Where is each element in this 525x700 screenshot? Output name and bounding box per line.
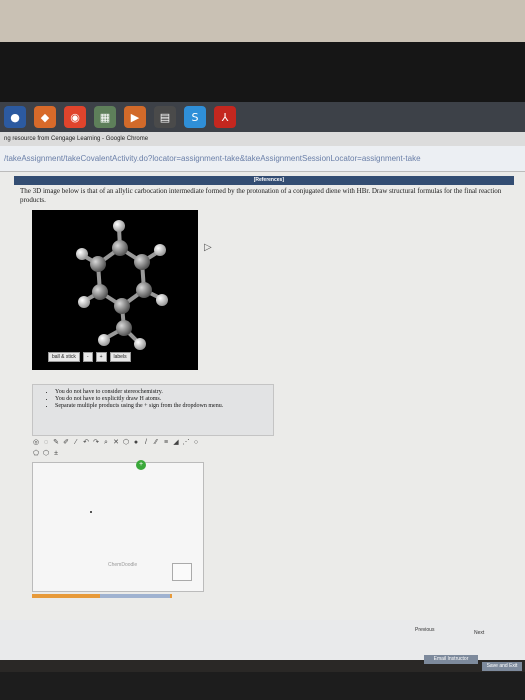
wedge-bond-icon[interactable]: ◢ [172,438,180,447]
redo-icon[interactable]: ↷ [92,438,100,447]
window-title: ng resource from Cengage Learning - Goog… [0,132,525,146]
atom-icon[interactable]: ● [132,438,140,447]
triple-bond-icon[interactable]: ≡ [162,438,170,447]
add-icon[interactable]: + [136,460,146,470]
folder-icon[interactable]: ▤ [154,106,176,128]
instruction-item: You do not have to explicitly draw H ato… [55,396,273,403]
lasso-tool-icon[interactable]: ◌ [42,438,50,447]
dash-bond-icon[interactable]: ⋰ [182,438,190,447]
taskbar: ● ◆ ◉ ▦ ▶ ▤ S ⅄ [0,102,525,132]
molecule-3d-viewer[interactable] [32,210,198,370]
zoom-icon[interactable]: ⌕ [102,438,110,447]
molecule-model [76,220,168,350]
progress-bar-secondary [100,594,170,598]
pencil-icon[interactable]: ✎ [52,438,60,447]
eraser-icon[interactable]: ✐ [62,438,70,447]
play-icon[interactable]: ▶ [124,106,146,128]
references-button[interactable]: [References] [254,177,284,183]
start-icon[interactable]: ● [4,106,26,128]
display-mode-select[interactable]: ball & stick [48,352,80,362]
drawing-toolbar: ◎ ◌ ✎ ✐ ⁄ ↶ ↷ ⌕ ✕ ⬡ ● / ⁄⁄ ≡ ◢ ⋰ ○ ⬠ ⬡ ± [32,438,202,460]
zoom-out-button[interactable]: - [82,352,93,362]
chemdoodle-watermark: ChemDoodle [108,562,138,568]
monitor-bezel [0,42,525,102]
mouse-cursor-icon: ▷ [204,242,212,253]
zoom-in-button[interactable]: + [95,352,107,362]
bond-icon[interactable]: ⁄ [72,438,80,447]
address-bar[interactable]: /takeAssignment/takeCovalentActivity.do?… [0,146,525,172]
ring-3-icon[interactable]: ○ [192,438,200,447]
skype-icon[interactable]: S [184,106,206,128]
instruction-item: You do not have to consider stereochemis… [55,389,273,396]
double-bond-icon[interactable]: ⁄⁄ [152,438,160,447]
undo-icon[interactable]: ↶ [82,438,90,447]
ring-6-icon[interactable]: ⬡ [42,449,50,458]
ring-5-icon[interactable]: ⬠ [32,449,40,458]
acrobat-icon[interactable]: ⅄ [214,106,236,128]
email-instructor-button[interactable]: Email Instructor [424,655,478,664]
clear-icon[interactable]: ✕ [112,438,120,447]
charge-icon[interactable]: ± [52,449,60,458]
labels-toggle[interactable]: labels [109,352,131,362]
save-and-exit-button[interactable]: Save and Exit [482,662,522,671]
app-icon[interactable]: ◆ [34,106,56,128]
previous-button[interactable]: Previous [415,627,434,633]
references-bar: [References] [14,176,514,185]
assignment-page: [References] The 3D image below is that … [0,172,525,620]
chrome-icon[interactable]: ◉ [64,106,86,128]
select-tool-icon[interactable]: ◎ [32,438,40,447]
instructions-box: You do not have to consider stereochemis… [32,384,274,436]
navigation-bar [0,620,525,660]
product-dropdown[interactable] [172,563,192,581]
next-button[interactable]: Next [474,630,484,636]
calendar-icon[interactable]: ▦ [94,106,116,128]
monitor-bottom [0,672,525,700]
ring-icon[interactable]: ⬡ [122,438,130,447]
canvas-dot [90,511,92,513]
viewer-controls: ball & stick - + labels [48,352,131,362]
instruction-item: Separate multiple products using the + s… [55,403,273,410]
question-text: The 3D image below is that of an allylic… [20,187,502,204]
single-bond-icon[interactable]: / [142,438,150,447]
